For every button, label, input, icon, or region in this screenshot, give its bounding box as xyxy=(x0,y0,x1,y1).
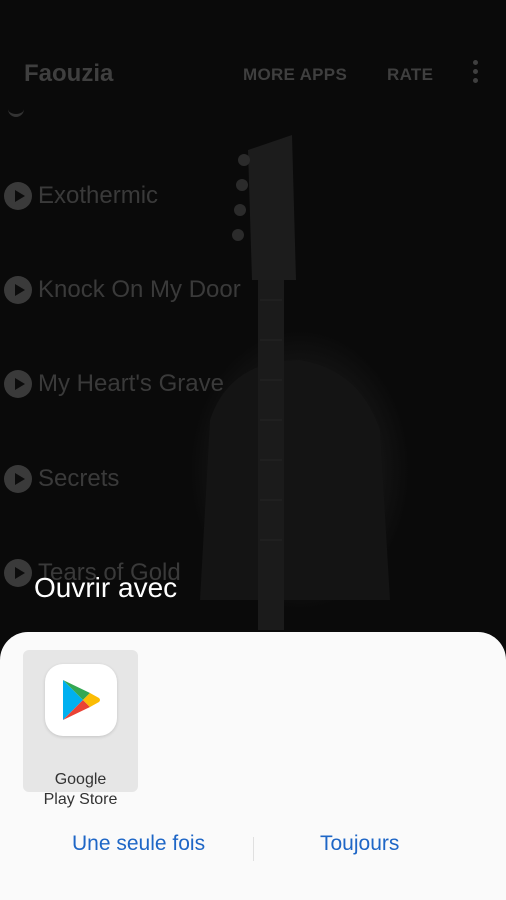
button-divider xyxy=(253,837,254,861)
list-item[interactable]: Knock On My Door xyxy=(4,270,241,310)
just-once-button[interactable]: Une seule fois xyxy=(72,832,205,856)
rate-button[interactable]: RATE xyxy=(387,65,433,85)
play-icon xyxy=(4,182,32,210)
app-option-google-play-store[interactable]: Google Play Store xyxy=(23,650,138,808)
list-item[interactable]: Exothermic xyxy=(4,176,158,216)
app-name-line1: Google xyxy=(54,771,107,788)
google-play-store-icon xyxy=(45,664,117,736)
play-icon xyxy=(4,559,32,587)
play-icon xyxy=(4,276,32,304)
list-item[interactable]: My Heart's Grave xyxy=(4,364,224,404)
app-name-line2: Play Store xyxy=(43,791,118,808)
open-with-sheet: Google Play Store Une seule fois Toujour… xyxy=(0,632,506,900)
dialog-title: Ouvrir avec xyxy=(34,572,178,603)
song-title: Secrets xyxy=(38,465,120,492)
app-title: Faouzia xyxy=(24,60,114,87)
list-item[interactable]: Secrets xyxy=(4,459,119,499)
more-vert-icon[interactable] xyxy=(468,60,482,90)
song-title: Knock On My Door xyxy=(38,276,241,303)
always-button[interactable]: Toujours xyxy=(320,832,399,856)
song-title: My Heart's Grave xyxy=(38,370,224,397)
more-apps-button[interactable]: MORE APPS xyxy=(243,65,347,85)
play-icon xyxy=(4,465,32,493)
app-bar: Faouzia MORE APPS RATE xyxy=(0,40,506,110)
screen: Faouzia MORE APPS RATE Exothermic Knock … xyxy=(0,0,506,900)
song-title: Exothermic xyxy=(38,182,159,209)
app-option-label: Google Play Store xyxy=(23,770,138,810)
play-icon xyxy=(4,370,32,398)
